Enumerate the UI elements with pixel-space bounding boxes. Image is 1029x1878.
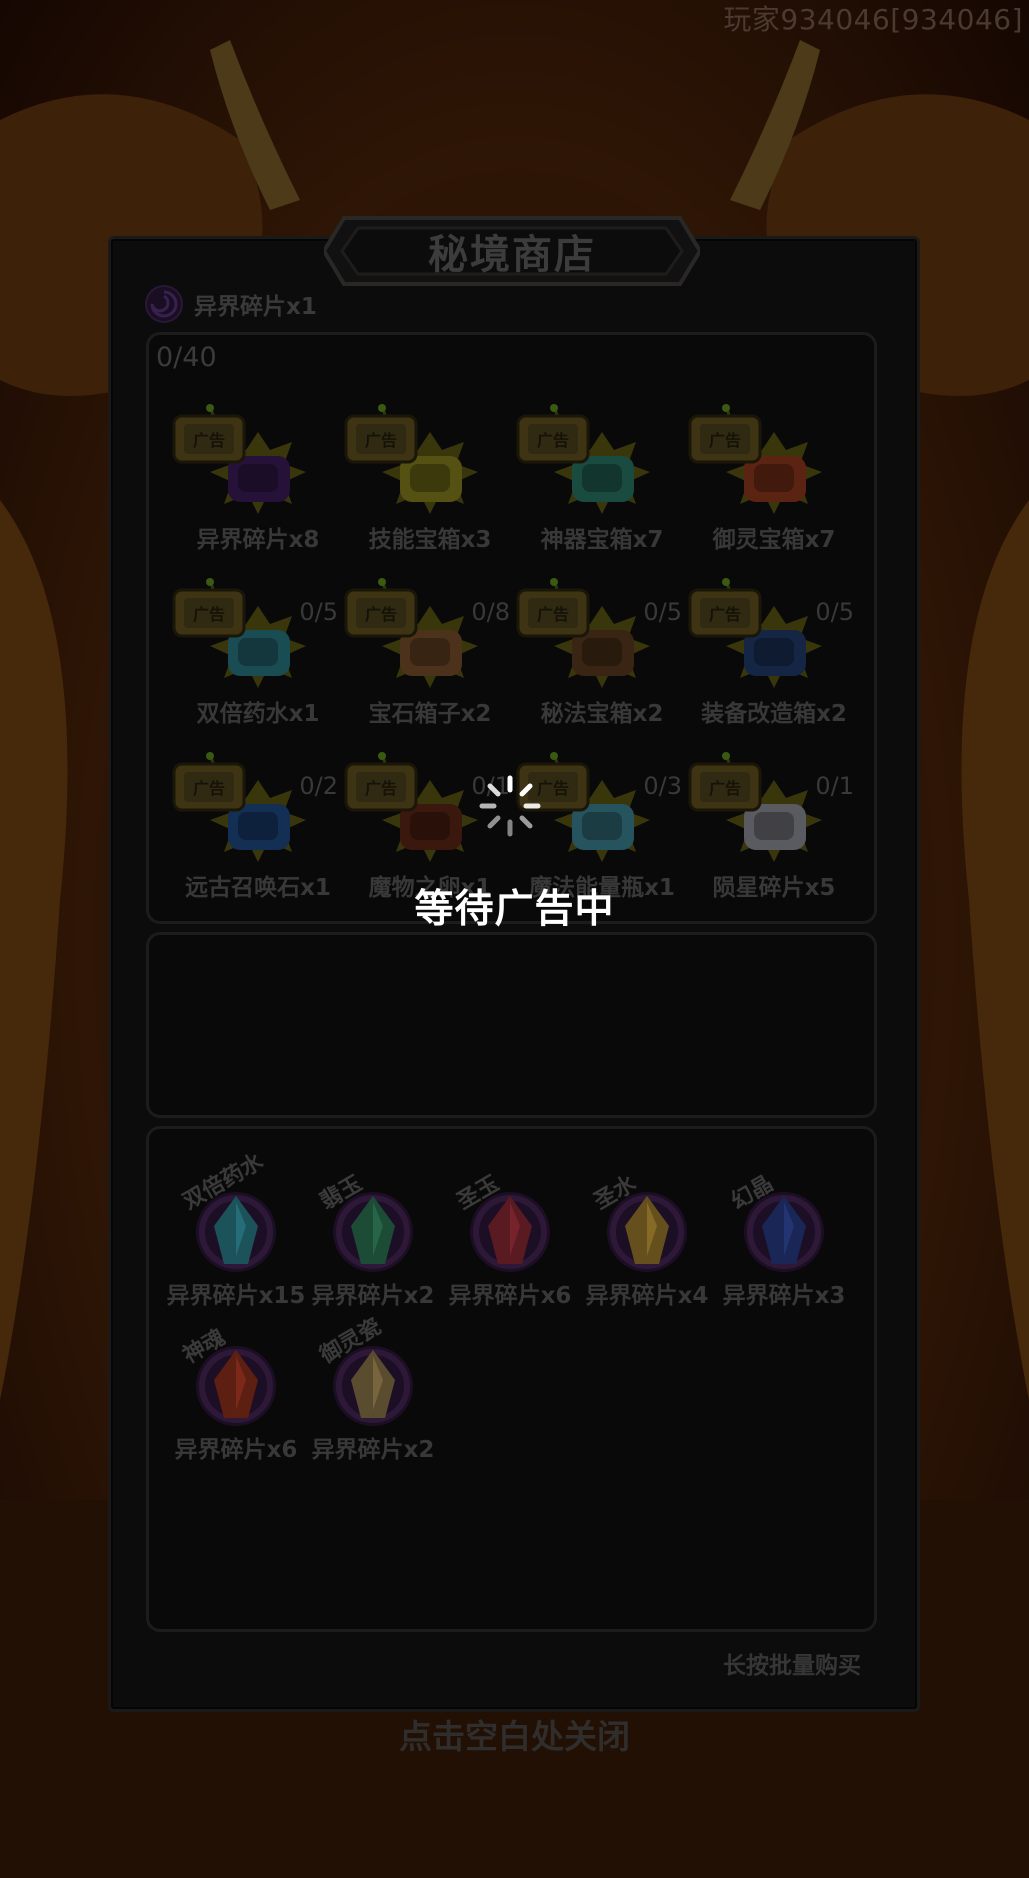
exchange-item-price: 异界碎片x6	[448, 1283, 572, 1309]
exchange-item-price: 异界碎片x6	[174, 1437, 298, 1463]
ad-tv-icon: 广告	[172, 752, 246, 812]
ad-item-label: 御灵宝箱x7	[712, 527, 836, 553]
ad-tv-icon: 广告	[344, 752, 418, 812]
ad-badge-text: 广告	[193, 605, 225, 624]
ad-item-limit: 0/8	[471, 598, 510, 626]
ad-tv-icon: 广告	[688, 752, 762, 812]
void-fragment-icon	[145, 285, 183, 323]
player-id-label: 玩家934046[934046]	[723, 3, 1023, 36]
ad-tv-icon: 广告	[344, 404, 418, 464]
ad-badge-text: 广告	[365, 431, 397, 450]
ad-badge-text: 广告	[365, 779, 397, 798]
close-hint[interactable]: 点击空白处关闭	[0, 1710, 1029, 1758]
ad-item-limit: 0/3	[643, 772, 682, 800]
ad-item[interactable]: 广告 神器宝箱x7	[514, 392, 690, 562]
exchange-item[interactable]: 御灵瓷 异界碎片x2	[303, 1312, 443, 1463]
currency-label: 异界碎片x1	[194, 294, 317, 320]
ad-tv-icon: 广告	[172, 578, 246, 638]
shop-title: 秘境商店	[428, 232, 596, 278]
ad-item-limit: 0/2	[299, 772, 338, 800]
ad-item-limit: 0/1	[815, 772, 854, 800]
ad-item[interactable]: 广告 0/8 宝石箱子x2	[342, 566, 518, 736]
exchange-item-price: 异界碎片x4	[585, 1283, 709, 1309]
loading-text: 等待广告中	[414, 887, 615, 932]
ad-badge-text: 广告	[537, 605, 569, 624]
ad-badge-text: 广告	[365, 605, 397, 624]
ad-badge-text: 广告	[709, 779, 741, 798]
loading-spinner-icon	[479, 775, 541, 837]
ad-badge-text: 广告	[709, 605, 741, 624]
exchange-item[interactable]: 翡玉 异界碎片x2	[303, 1158, 443, 1309]
ad-tv-icon: 广告	[344, 578, 418, 638]
ad-badge-text: 广告	[193, 779, 225, 798]
ad-tv-icon: 广告	[516, 404, 590, 464]
ad-item[interactable]: 广告 0/5 装备改造箱x2	[686, 566, 862, 736]
exchange-item[interactable]: 双倍药水 异界碎片x15	[166, 1149, 306, 1309]
currency-display: 异界碎片x1	[144, 284, 317, 324]
ad-item-limit: 0/5	[643, 598, 682, 626]
ad-item[interactable]: 广告 技能宝箱x3	[342, 392, 518, 562]
detail-box	[146, 932, 877, 1118]
ad-item[interactable]: 广告 0/5 双倍药水x1	[170, 566, 346, 736]
bulk-buy-hint: 长按批量购买	[723, 1653, 861, 1679]
ad-badge-text: 广告	[537, 431, 569, 450]
exchange-item[interactable]: 神魂 异界碎片x6	[166, 1312, 306, 1463]
exchange-item[interactable]: 圣水 异界碎片x4	[577, 1158, 717, 1309]
ad-item[interactable]: 广告 御灵宝箱x7	[686, 392, 862, 562]
exchange-item-price: 异界碎片x15	[166, 1283, 306, 1309]
ad-tv-icon: 广告	[688, 578, 762, 638]
exchange-item-price: 异界碎片x3	[722, 1283, 846, 1309]
ad-item-label: 装备改造箱x2	[701, 701, 847, 727]
ad-item[interactable]: 广告 0/5 秘法宝箱x2	[514, 566, 690, 736]
ad-item[interactable]: 广告 异界碎片x8	[170, 392, 346, 562]
ad-counter: 0/40	[156, 342, 217, 373]
ad-badge-text: 广告	[193, 431, 225, 450]
ad-item-limit: 0/5	[815, 598, 854, 626]
ad-badge-text: 广告	[709, 431, 741, 450]
ad-tv-icon: 广告	[516, 578, 590, 638]
exchange-item-price: 异界碎片x2	[311, 1437, 435, 1463]
exchange-item[interactable]: 圣玉 异界碎片x6	[440, 1158, 580, 1309]
ad-tv-icon: 广告	[172, 404, 246, 464]
exchange-item-price: 异界碎片x2	[311, 1283, 435, 1309]
ad-item-limit: 0/5	[299, 598, 338, 626]
exchange-item[interactable]: 幻晶 异界碎片x3	[714, 1158, 854, 1309]
ad-tv-icon: 广告	[688, 404, 762, 464]
